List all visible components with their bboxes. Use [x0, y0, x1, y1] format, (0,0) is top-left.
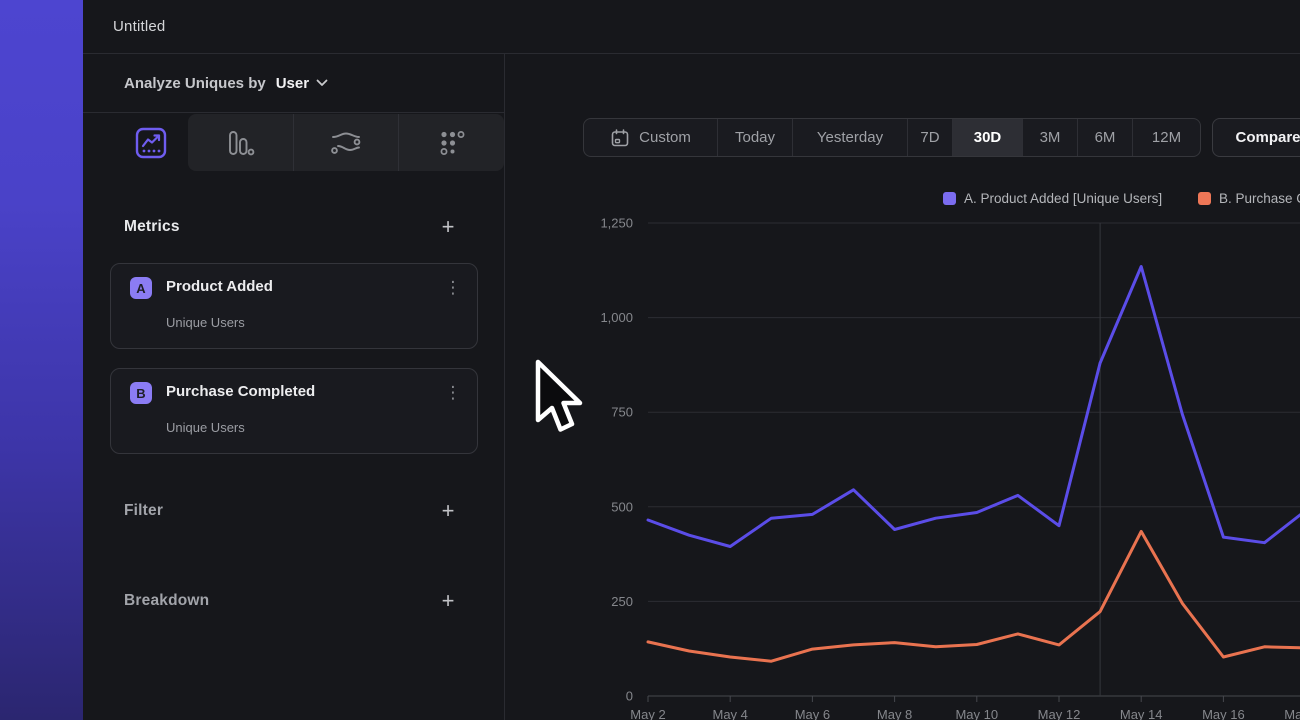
y-tick-label: 250	[611, 594, 633, 609]
analyze-by-row: Analyze Uniques by User	[83, 54, 504, 113]
line-chart[interactable]: 0 250 500 750 1,000 1,250 May 2 May 4 May 6 May 8…	[505, 210, 1300, 720]
range-7d[interactable]: 7D	[907, 119, 952, 156]
breakdown-section-header: Breakdown +	[124, 586, 460, 616]
series-line	[648, 531, 1300, 661]
x-tick-label: May 16	[1202, 707, 1245, 720]
chevron-down-icon	[316, 79, 328, 87]
legend-swatch-a	[943, 192, 956, 205]
y-tick-label: 1,000	[600, 310, 633, 325]
legend-swatch-b	[1198, 192, 1211, 205]
x-tick-label: May 12	[1038, 707, 1081, 720]
metric-title: Product Added	[166, 278, 273, 295]
compare-button[interactable]: Compare	[1212, 118, 1300, 157]
retention-dots-icon	[438, 129, 466, 157]
metric-subtitle[interactable]: Unique Users	[166, 420, 245, 435]
range-today[interactable]: Today	[717, 119, 792, 156]
calendar-icon	[610, 128, 630, 148]
date-range-selector: Custom Today Yesterday 7D 30D 3M 6M 12M	[583, 118, 1201, 157]
legend-item-a: A. Product Added [Unique Users]	[943, 191, 1162, 206]
flows-icon	[330, 130, 362, 156]
sidebar: Analyze Uniques by User	[83, 54, 505, 720]
metric-options-button[interactable]: ⋮	[441, 274, 465, 302]
metrics-section-header: Metrics +	[124, 212, 460, 242]
range-yesterday[interactable]: Yesterday	[792, 119, 907, 156]
x-tick-label: May 4	[712, 707, 747, 720]
tab-funnels[interactable]	[188, 114, 293, 171]
x-tick-label: May 2	[630, 707, 665, 720]
add-filter-button[interactable]: +	[436, 498, 460, 524]
x-tick-label: May 6	[795, 707, 830, 720]
x-tick-label: May 10	[955, 707, 998, 720]
range-3m[interactable]: 3M	[1022, 119, 1077, 156]
line-chart-icon	[135, 127, 167, 159]
x-tick-label: May 18	[1284, 707, 1300, 720]
y-tick-label: 0	[626, 689, 633, 704]
add-breakdown-button[interactable]: +	[436, 588, 460, 614]
chart-type-tabs	[83, 114, 504, 171]
kebab-icon: ⋮	[445, 383, 462, 402]
bar-chart-icon	[225, 129, 255, 157]
legend-label: B. Purchase Completed [Unique Users]	[1219, 191, 1300, 206]
analyze-by-value: User	[276, 75, 309, 92]
chart-type-tab-strip	[188, 114, 504, 171]
y-tick-label: 500	[611, 499, 633, 514]
report-title[interactable]: Untitled	[113, 18, 165, 35]
y-tick-label: 750	[611, 405, 633, 420]
breakdown-heading: Breakdown	[124, 592, 209, 610]
filter-heading: Filter	[124, 502, 163, 520]
x-tick-label: May 14	[1120, 707, 1163, 720]
range-12m[interactable]: 12M	[1132, 119, 1200, 156]
tab-retention[interactable]	[398, 114, 504, 171]
chart-panel: Custom Today Yesterday 7D 30D 3M 6M 12M …	[505, 54, 1300, 720]
range-30d[interactable]: 30D	[952, 119, 1022, 156]
tab-flows[interactable]	[293, 114, 399, 171]
x-tick-label: May 8	[877, 707, 912, 720]
tab-insights[interactable]	[113, 114, 188, 171]
filter-section-header: Filter +	[124, 496, 460, 526]
analyze-by-label: Analyze Uniques by	[124, 75, 266, 92]
decorative-gradient-strip	[0, 0, 83, 720]
top-bar: Untitled	[83, 0, 1300, 54]
analyze-by-dropdown[interactable]: User	[276, 75, 328, 92]
legend-item-b: B. Purchase Completed [Unique Users]	[1198, 191, 1300, 206]
metric-card-a[interactable]: A Product Added Unique Users ⋮	[110, 263, 478, 349]
add-metric-button[interactable]: +	[436, 214, 460, 240]
series-line	[648, 267, 1300, 547]
y-tick-label: 1,250	[600, 216, 633, 231]
app-screen: Untitled Analyze Uniques by User	[0, 0, 1300, 720]
metric-options-button[interactable]: ⋮	[441, 379, 465, 407]
metric-card-b[interactable]: B Purchase Completed Unique Users ⋮	[110, 368, 478, 454]
metric-badge: A	[130, 277, 152, 299]
legend-label: A. Product Added [Unique Users]	[964, 191, 1162, 206]
metric-subtitle[interactable]: Unique Users	[166, 315, 245, 330]
range-6m[interactable]: 6M	[1077, 119, 1132, 156]
range-label: Custom	[639, 129, 691, 146]
kebab-icon: ⋮	[445, 278, 462, 297]
range-custom[interactable]: Custom	[584, 119, 717, 156]
metric-title: Purchase Completed	[166, 383, 315, 400]
metric-badge: B	[130, 382, 152, 404]
metrics-heading: Metrics	[124, 218, 180, 236]
